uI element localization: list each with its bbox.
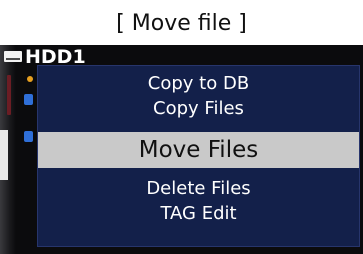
background-list-marker bbox=[7, 75, 11, 115]
menu-item-move-files[interactable]: Move Files bbox=[38, 132, 359, 168]
menu-item-delete-files[interactable]: Delete Files bbox=[38, 177, 359, 201]
device-screen: HDD1 Copy to DB Copy Files Move Files De… bbox=[0, 45, 363, 254]
file-icon bbox=[24, 131, 33, 142]
hdd-icon bbox=[4, 51, 22, 62]
menu-item-tag-edit[interactable]: TAG Edit bbox=[38, 202, 359, 226]
file-icon bbox=[24, 94, 33, 105]
context-menu: Copy to DB Copy Files Move Files Delete … bbox=[37, 65, 360, 247]
folder-icon bbox=[27, 76, 33, 82]
background-list-highlight bbox=[0, 130, 8, 180]
menu-item-copy-to-db[interactable]: Copy to DB bbox=[38, 72, 359, 96]
page-caption: [ Move file ] bbox=[116, 11, 247, 36]
menu-item-copy-files[interactable]: Copy Files bbox=[38, 97, 359, 121]
